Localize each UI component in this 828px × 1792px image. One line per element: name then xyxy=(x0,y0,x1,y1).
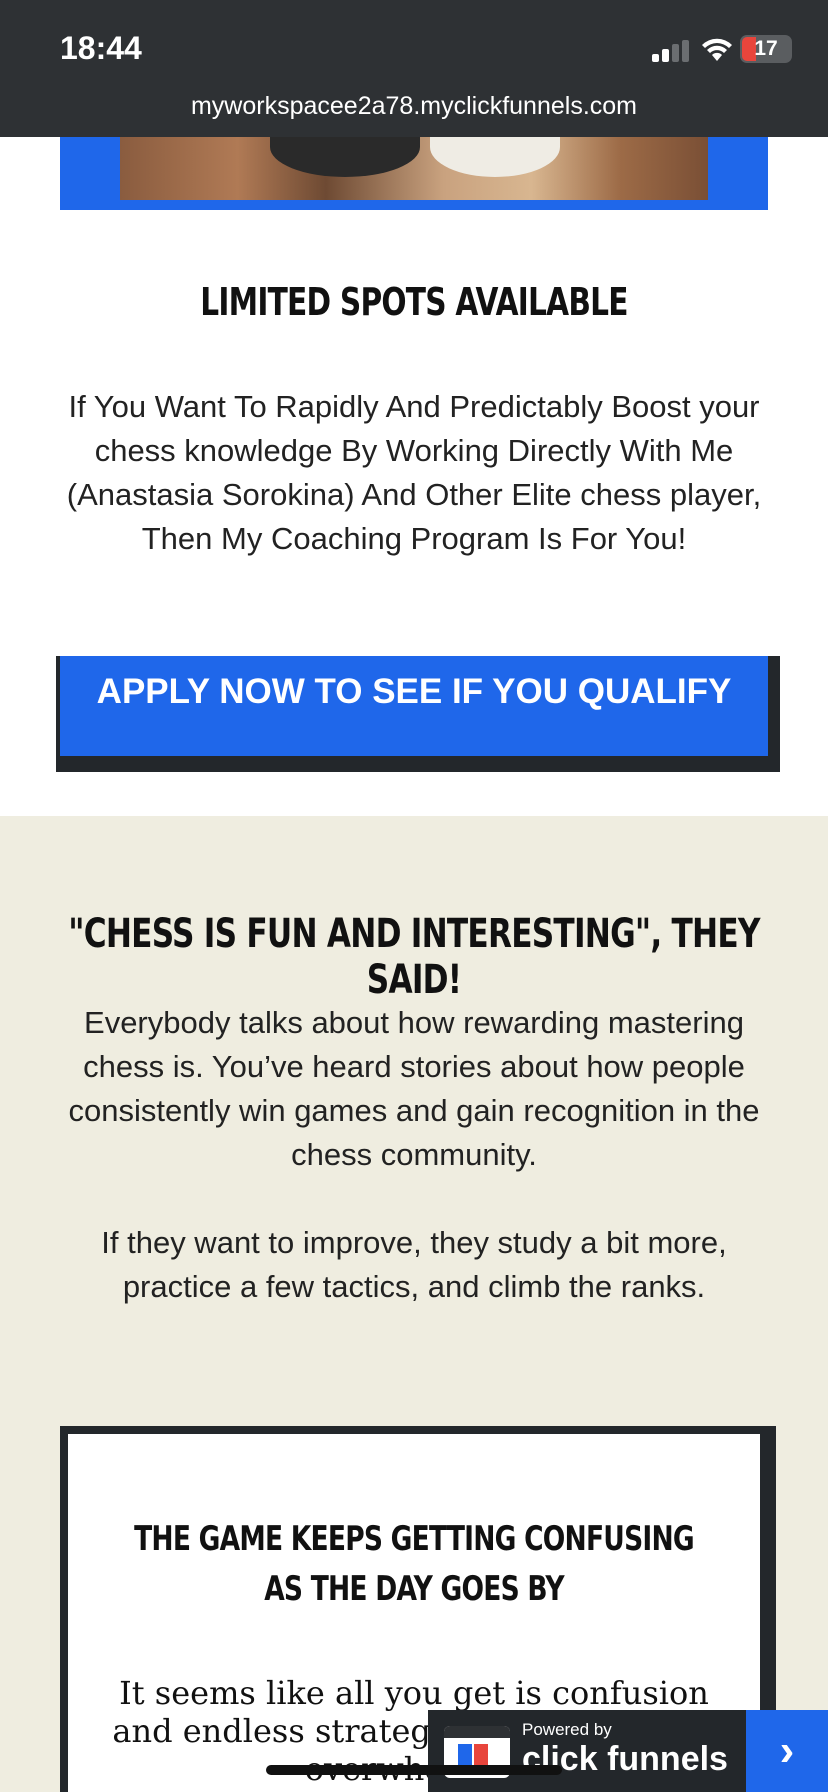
hero-image-frame xyxy=(60,137,768,210)
limited-spots-section: LIMITED SPOTS AVAILABLE If You Want To R… xyxy=(0,210,828,816)
powered-by-label: Powered by xyxy=(522,1720,612,1739)
chess-fun-paragraph-1: Everybody talks about how rewarding mast… xyxy=(68,1005,760,1172)
cellular-signal-icon xyxy=(652,40,690,62)
chess-fun-heading: "CHESS IS FUN AND INTERESTING", THEY SAI… xyxy=(68,911,760,1003)
chess-image xyxy=(120,137,708,200)
powered-by-clickfunnels-badge[interactable]: Powered by click funnels › xyxy=(428,1710,828,1792)
chess-fun-section: "CHESS IS FUN AND INTERESTING", THEY SAI… xyxy=(0,816,828,1792)
battery-icon: 17 xyxy=(740,35,792,63)
status-bar: 18:44 17 myworkspacee2a78.myclickfunnels… xyxy=(0,0,828,137)
apply-now-button[interactable]: APPLY NOW TO SEE IF YOU QUALIFY xyxy=(60,656,768,756)
chess-fun-paragraph-2: If they want to improve, they study a bi… xyxy=(101,1225,727,1304)
clock: 18:44 xyxy=(60,30,142,66)
home-indicator[interactable] xyxy=(266,1765,562,1775)
battery-level: 17 xyxy=(754,37,778,60)
confusion-card-heading: THE GAME KEEPS GETTING CONFUSING AS THE … xyxy=(134,1519,695,1609)
limited-spots-heading: LIMITED SPOTS AVAILABLE xyxy=(200,280,628,324)
chess-fun-text: Everybody talks about how rewarding mast… xyxy=(54,1001,774,1309)
address-bar[interactable]: myworkspacee2a78.myclickfunnels.com xyxy=(0,92,828,121)
limited-spots-text: If You Want To Rapidly And Predictably B… xyxy=(66,389,762,556)
wifi-icon xyxy=(700,36,734,62)
chevron-right-icon[interactable]: › xyxy=(746,1710,828,1792)
